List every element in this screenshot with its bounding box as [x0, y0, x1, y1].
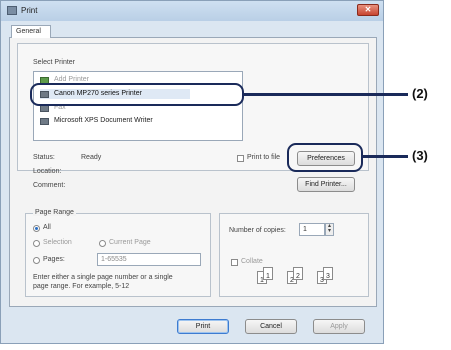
page-range-help-line-2: page range. For example, 5-12: [33, 283, 130, 290]
printer-icon: [40, 118, 49, 125]
collate-illustration: 1 1 2 2 3 3: [257, 267, 367, 291]
select-printer-label: Select Printer: [33, 59, 76, 66]
pages-input[interactable]: 1-65535: [97, 253, 201, 266]
copies-stepper[interactable]: ▴ ▾: [325, 223, 334, 236]
print-to-file-checkbox[interactable]: [237, 155, 244, 162]
collate-checkbox[interactable]: [231, 259, 238, 266]
callout-preferences-highlight: [287, 143, 363, 172]
comment-label: Comment:: [33, 182, 66, 189]
callout-leader-line: [363, 155, 408, 158]
page-range-help-line-1: Enter either a single page number or a s…: [33, 274, 173, 281]
find-printer-button[interactable]: Find Printer...: [297, 177, 355, 192]
radio-all[interactable]: [33, 225, 40, 232]
fax-icon: [40, 105, 49, 112]
callout-label-3: (3): [412, 148, 428, 163]
print-dialog: Print ✕ General Select Printer Add Print…: [0, 0, 384, 344]
status-value: Ready: [81, 154, 102, 161]
window-title: Print: [21, 6, 38, 15]
printer-item-label: Add Printer: [54, 76, 90, 83]
collate-page: 1: [263, 267, 273, 280]
collate-label: Collate: [241, 258, 263, 265]
close-button[interactable]: ✕: [357, 4, 379, 16]
callout-printer-highlight: [30, 83, 244, 106]
radio-current-page-label: Current Page: [109, 239, 151, 246]
radio-pages[interactable]: [33, 257, 40, 264]
cancel-button[interactable]: Cancel: [245, 319, 297, 334]
print-to-file-label: Print to file: [247, 154, 281, 161]
printer-list[interactable]: Add Printer Canon MP270 series Printer F…: [33, 71, 243, 141]
apply-button[interactable]: Apply: [313, 319, 365, 334]
radio-pages-label: Pages:: [43, 256, 65, 263]
title-bar: Print ✕: [1, 1, 383, 21]
chevron-down-icon: ▾: [327, 228, 331, 234]
callout-leader-line: [244, 93, 408, 96]
location-label: Location:: [33, 168, 62, 175]
printer-item-xps[interactable]: Microsoft XPS Document Writer: [40, 117, 210, 126]
radio-selection[interactable]: [33, 240, 40, 247]
callout-label-2: (2): [412, 86, 428, 101]
collate-page: 2: [293, 267, 303, 280]
radio-all-label: All: [43, 224, 51, 231]
collate-page: 3: [323, 267, 333, 280]
copies-label: Number of copies:: [229, 227, 286, 234]
page-range-label: Page Range: [33, 209, 76, 216]
printer-icon: [7, 6, 17, 15]
radio-current-page[interactable]: [99, 240, 106, 247]
printer-item-label: Microsoft XPS Document Writer: [54, 117, 153, 124]
print-button[interactable]: Print: [177, 319, 229, 334]
tab-general[interactable]: General: [11, 25, 51, 38]
radio-selection-label: Selection: [43, 239, 72, 246]
copies-input[interactable]: 1: [299, 223, 325, 236]
status-label: Status:: [33, 154, 55, 161]
